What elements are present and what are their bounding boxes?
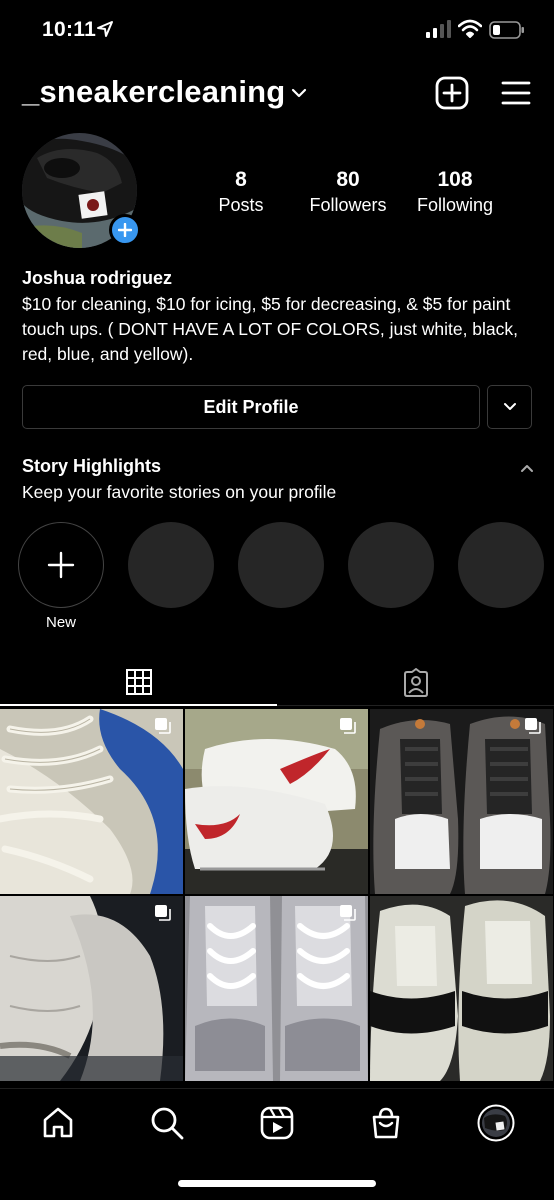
plus-square-icon[interactable] — [434, 75, 470, 111]
post-thumbnail[interactable] — [0, 896, 183, 1081]
stat-followers[interactable]: 80 Followers — [300, 168, 396, 218]
post-thumbnail[interactable] — [370, 896, 553, 1081]
nav-reels[interactable] — [257, 1103, 297, 1143]
chevron-up-icon[interactable] — [519, 462, 535, 474]
post-thumbnail[interactable] — [185, 896, 368, 1081]
nav-shop[interactable] — [366, 1103, 406, 1143]
hamburger-menu-icon[interactable] — [500, 78, 532, 108]
new-highlight-label: New — [45, 614, 76, 631]
stat-posts[interactable]: 8 Posts — [206, 168, 276, 218]
profile-bio: $10 for cleaning, $10 for icing, $5 for … — [22, 294, 519, 364]
shop-icon — [372, 1107, 400, 1139]
tab-posts-grid[interactable] — [0, 660, 277, 706]
plus-icon — [118, 223, 132, 237]
followers-count: 80 — [336, 168, 360, 191]
profile-username[interactable]: _sneakercleaning — [22, 74, 285, 110]
highlight-placeholder — [348, 522, 434, 608]
multiple-photos-icon — [525, 718, 541, 734]
grid-icon — [125, 669, 152, 695]
chevron-down-icon[interactable] — [290, 86, 308, 100]
posts-label: Posts — [218, 195, 264, 215]
highlight-placeholder — [128, 522, 214, 608]
wifi-icon — [458, 19, 482, 38]
nav-profile[interactable] — [476, 1103, 516, 1143]
multiple-photos-icon — [340, 718, 356, 734]
multiple-photos-icon — [155, 905, 171, 921]
multiple-photos-icon — [340, 905, 356, 921]
tagged-person-icon — [403, 667, 428, 697]
home-icon — [43, 1107, 73, 1138]
plus-icon — [47, 551, 75, 579]
cellular-signal-icon — [426, 20, 451, 38]
home-indicator — [178, 1180, 376, 1187]
search-icon — [151, 1107, 184, 1140]
suggested-accounts-button[interactable] — [487, 385, 532, 429]
status-bar: 10:11 — [0, 0, 554, 60]
profile-name: Joshua rodriguez — [22, 268, 173, 288]
followers-label: Followers — [309, 195, 387, 215]
highlights-subtitle: Keep your favorite stories on your profi… — [22, 482, 337, 502]
nav-home[interactable] — [38, 1103, 78, 1143]
highlight-placeholder — [458, 522, 544, 608]
battery-icon — [489, 21, 524, 39]
status-time: 10:11 — [42, 18, 97, 41]
new-highlight-button[interactable] — [18, 522, 104, 608]
following-label: Following — [416, 195, 494, 215]
multiple-photos-icon — [155, 718, 171, 734]
following-count: 108 — [437, 168, 473, 191]
post-thumbnail[interactable] — [370, 709, 553, 894]
edit-profile-button[interactable]: Edit Profile — [22, 385, 480, 429]
add-story-button[interactable] — [109, 214, 141, 246]
post-thumbnail[interactable] — [0, 709, 183, 894]
profile-avatar-icon — [477, 1104, 515, 1142]
reels-icon — [260, 1106, 294, 1140]
highlights-title: Story Highlights — [22, 456, 161, 476]
location-arrow-icon — [97, 21, 113, 37]
tab-tagged[interactable] — [277, 660, 554, 706]
posts-count: 8 — [235, 168, 247, 191]
highlight-placeholder — [238, 522, 324, 608]
stat-following[interactable]: 108 Following — [408, 168, 502, 218]
chevron-down-icon — [503, 403, 516, 410]
nav-search[interactable] — [147, 1103, 187, 1143]
post-thumbnail[interactable] — [185, 709, 368, 894]
